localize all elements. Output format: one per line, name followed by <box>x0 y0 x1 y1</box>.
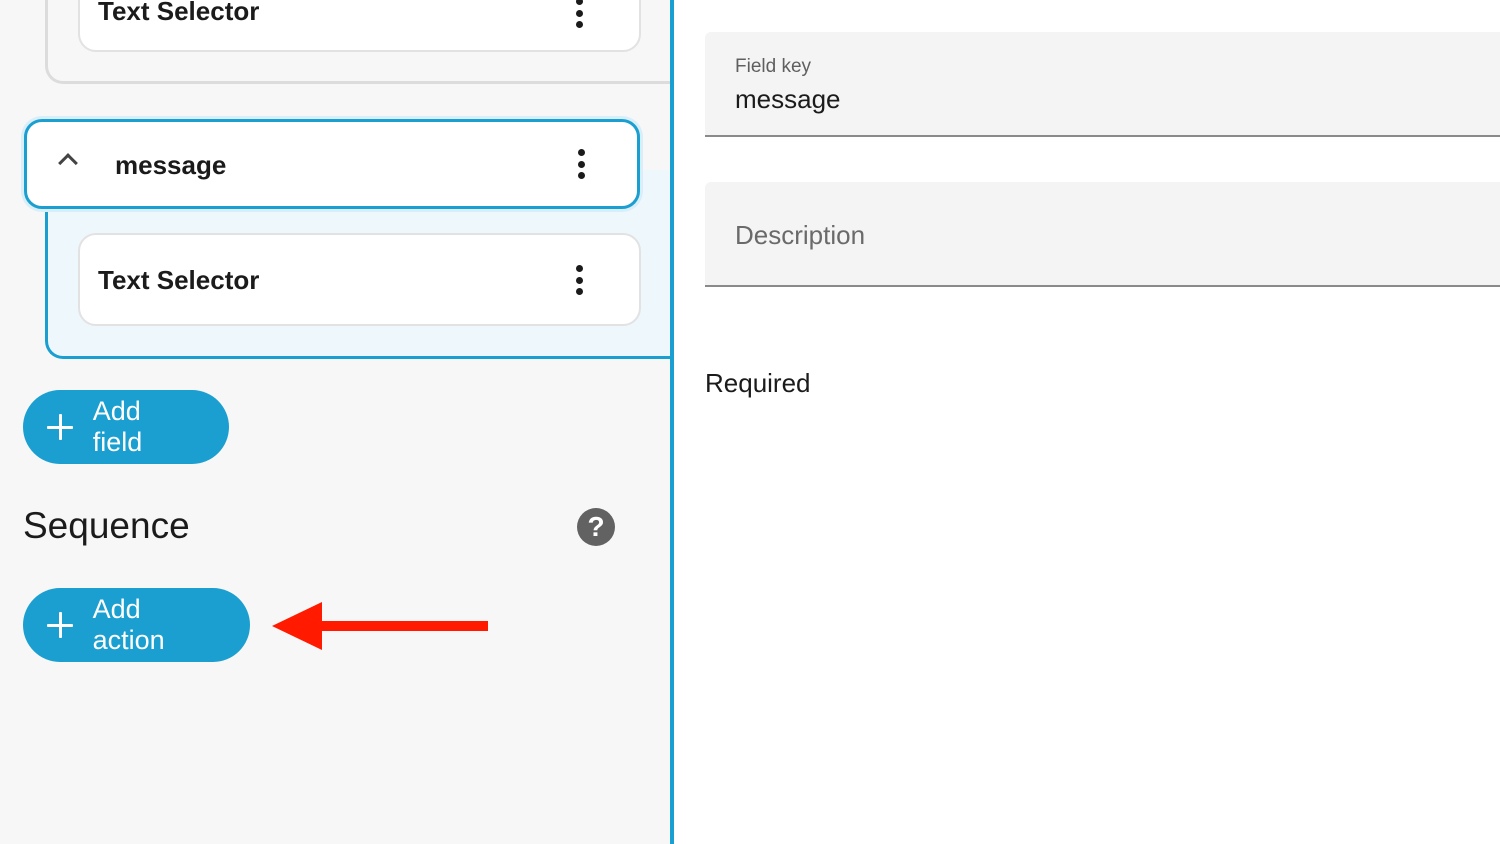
add-action-button[interactable]: Add action <box>23 588 250 662</box>
add-field-button[interactable]: Add field <box>23 390 229 464</box>
help-icon[interactable]: ? <box>577 508 615 546</box>
plus-icon <box>47 414 73 440</box>
field-editor-panel: Field key message Description Required <box>674 0 1500 844</box>
arrow-left-icon <box>272 602 488 650</box>
add-action-label: Add action <box>92 594 165 655</box>
fields-panel: Text Selector message Text Selector Add … <box>0 0 670 844</box>
description-input[interactable]: Description <box>705 182 1500 287</box>
kebab-menu-icon[interactable] <box>577 149 585 179</box>
kebab-menu-icon[interactable] <box>575 265 583 295</box>
selector-label: Text Selector <box>98 0 260 26</box>
chevron-up-icon[interactable] <box>58 153 78 173</box>
kebab-menu-icon[interactable] <box>575 0 583 28</box>
selector-label: Text Selector <box>98 265 260 295</box>
field-key-input[interactable]: Field key message <box>705 32 1500 137</box>
previous-selector-card[interactable]: Text Selector <box>78 0 641 52</box>
text-selector-card[interactable]: Text Selector <box>78 233 641 326</box>
field-key-label: Field key <box>735 56 812 77</box>
field-key-value: message <box>735 84 841 114</box>
add-field-label: Add field <box>92 396 143 457</box>
description-placeholder: Description <box>735 220 866 250</box>
required-label: Required <box>705 368 811 398</box>
plus-icon <box>47 612 73 638</box>
field-name: message <box>115 150 227 180</box>
section-title-sequence: Sequence <box>23 505 190 546</box>
field-header-message[interactable]: message <box>24 119 640 209</box>
